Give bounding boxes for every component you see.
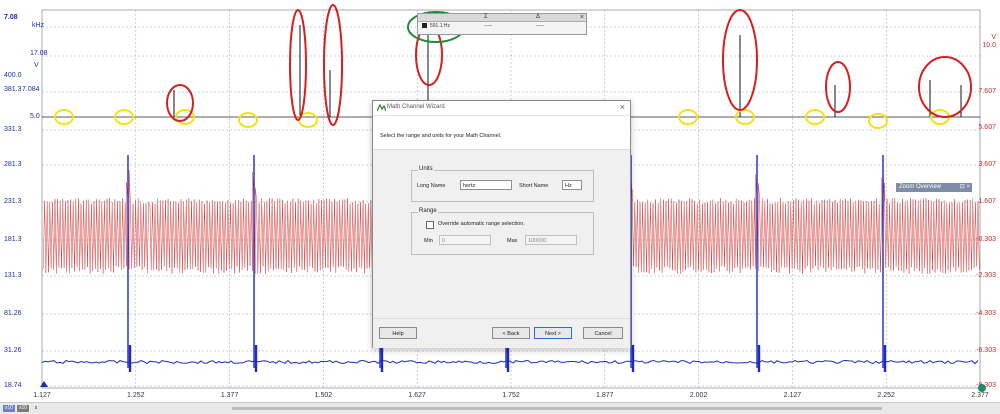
left-axis-tick-label: 131.3 bbox=[4, 272, 22, 279]
right-axis-tick-label: 1.607 bbox=[978, 198, 996, 205]
red-circle-annotation bbox=[323, 4, 343, 126]
ruler-scrollbar[interactable] bbox=[232, 407, 882, 410]
right-axis-unit: V bbox=[991, 34, 996, 41]
short-name-label: Short Name bbox=[519, 183, 549, 189]
x-axis-tick-label: 1.127 bbox=[33, 392, 51, 399]
red-circle-annotation bbox=[289, 9, 307, 121]
dialog-intro-text: Select the range and units for your Math… bbox=[380, 133, 502, 139]
x-axis-tick-label: 1.752 bbox=[502, 392, 520, 399]
blue-signal-trace bbox=[41, 359, 979, 365]
left-axis-tick-label: 281.3 bbox=[4, 161, 22, 168]
left-axis-b-unit: V bbox=[34, 62, 39, 69]
max-label: Max bbox=[507, 238, 518, 244]
left-axis-tick-label: 81.26 bbox=[4, 310, 22, 317]
trigger-marker-icon[interactable] bbox=[40, 381, 48, 387]
readout-row-value3: ----- bbox=[536, 23, 545, 29]
readout-header: Σ Δ bbox=[418, 14, 586, 22]
ruler-zoom-b[interactable]: x10 bbox=[17, 405, 29, 412]
right-axis-tick-label: 3.607 bbox=[978, 161, 996, 168]
x-axis-tick-label: 1.627 bbox=[408, 392, 426, 399]
yellow-circle-annotation bbox=[868, 113, 888, 129]
x-axis-tick-label: 1.252 bbox=[127, 392, 145, 399]
x-axis-tick-label: 2.252 bbox=[877, 392, 895, 399]
long-name-input[interactable]: hertz bbox=[460, 180, 512, 190]
dialog-body: Units Long Name hertz Short Name Hz Rang… bbox=[373, 150, 630, 318]
left-axis-b-value: 17.08 bbox=[30, 50, 48, 57]
readout-row-value2: ----- bbox=[484, 23, 493, 29]
channel-color-swatch-icon bbox=[422, 23, 427, 28]
min-label: Min bbox=[424, 238, 433, 244]
dialog-title: Math Channel Wizard bbox=[387, 104, 445, 110]
left-axis-tick-label: 18.74 bbox=[4, 382, 22, 389]
right-axis-tick-label: -0.303 bbox=[976, 236, 996, 243]
left-axis-tick-label: 331.3 bbox=[4, 126, 22, 133]
max-input[interactable]: 100000 bbox=[525, 235, 577, 245]
x-axis-tick-label: 1.502 bbox=[314, 392, 333, 399]
x-axis-tick-label: 2.127 bbox=[783, 392, 802, 399]
range-group: Range Override automatic range selection… bbox=[411, 208, 594, 255]
ruler-unit: s bbox=[34, 405, 38, 411]
units-group: Units Long Name hertz Short Name Hz bbox=[411, 166, 594, 202]
red-circle-annotation bbox=[166, 84, 194, 122]
zoom-overview-controls[interactable]: ⊡ × bbox=[960, 183, 970, 192]
left-axis-zero-value: 5.0 bbox=[30, 113, 40, 120]
right-axis-tick-label: 7.607 bbox=[978, 88, 996, 95]
measurement-readout-panel[interactable]: Σ Δ × 591.1 Hz ----- ----- bbox=[417, 13, 587, 35]
back-button[interactable]: < Back bbox=[492, 327, 530, 339]
left-axis-d2-value: 7.084 bbox=[22, 86, 40, 93]
x-axis-tick-label: 1.377 bbox=[220, 392, 239, 399]
left-axis-top-unit: kHz bbox=[32, 22, 45, 29]
units-legend: Units bbox=[418, 166, 434, 172]
dialog-titlebar[interactable]: Math Channel Wizard × bbox=[373, 101, 630, 116]
dialog-close-button[interactable]: × bbox=[620, 102, 625, 112]
override-range-label: Override automatic range selection. bbox=[438, 221, 525, 227]
math-channel-wizard-dialog[interactable]: Math Channel Wizard × Select the range a… bbox=[372, 100, 631, 348]
right-axis-tick-label: 5.607 bbox=[978, 124, 996, 131]
ruler-marker-icon[interactable] bbox=[978, 384, 986, 392]
red-circle-annotation bbox=[825, 61, 851, 113]
long-name-label: Long Name bbox=[417, 183, 446, 189]
right-axis-tick-label: -2.303 bbox=[976, 272, 996, 279]
right-axis-tick-label: -6.303 bbox=[976, 347, 996, 354]
right-axis-tick-label: -4.303 bbox=[976, 310, 996, 317]
left-axis-tick-label: 31.26 bbox=[4, 347, 22, 354]
time-ruler[interactable]: x10 x10 s bbox=[0, 402, 1000, 414]
zoom-overview-title: Zoom Overview bbox=[899, 184, 942, 190]
range-legend: Range bbox=[418, 208, 438, 214]
x-axis-tick-label: 1.877 bbox=[596, 392, 614, 399]
wizard-app-icon bbox=[377, 104, 386, 112]
dialog-footer: Help < Back Next > Cancel bbox=[373, 318, 630, 348]
readout-col3: Δ bbox=[536, 14, 541, 20]
short-name-input[interactable]: Hz bbox=[562, 180, 582, 190]
zoom-overview-panel[interactable]: Zoom Overview ⊡ × bbox=[896, 183, 972, 192]
min-input[interactable]: 0 bbox=[439, 235, 491, 245]
yellow-circle-annotation bbox=[238, 112, 258, 128]
left-axis-top-value: 7.08 bbox=[4, 14, 18, 21]
left-axis-tick-label: 231.3 bbox=[4, 198, 22, 205]
cancel-button[interactable]: Cancel bbox=[583, 327, 623, 339]
x-axis-tick-label: 2.002 bbox=[689, 392, 708, 399]
override-range-checkbox[interactable] bbox=[426, 221, 434, 229]
next-button[interactable]: Next > bbox=[534, 327, 572, 339]
readout-row-label: 591.1 Hz bbox=[430, 23, 451, 29]
ruler-zoom-a[interactable]: x10 bbox=[3, 405, 15, 412]
right-axis-tick-label: 10.0 bbox=[982, 42, 996, 49]
left-axis-tick-label: 181.3 bbox=[4, 236, 22, 243]
x-axis-tick-label: 2.377 bbox=[971, 392, 989, 399]
red-circle-annotation bbox=[918, 56, 972, 118]
left-axis-d-value: 381.3 bbox=[4, 86, 22, 93]
help-button[interactable]: Help bbox=[379, 327, 417, 339]
readout-close-button[interactable]: × bbox=[580, 14, 584, 21]
readout-col2: Σ bbox=[484, 14, 488, 20]
left-axis-c-value: 400.0 bbox=[4, 72, 22, 79]
